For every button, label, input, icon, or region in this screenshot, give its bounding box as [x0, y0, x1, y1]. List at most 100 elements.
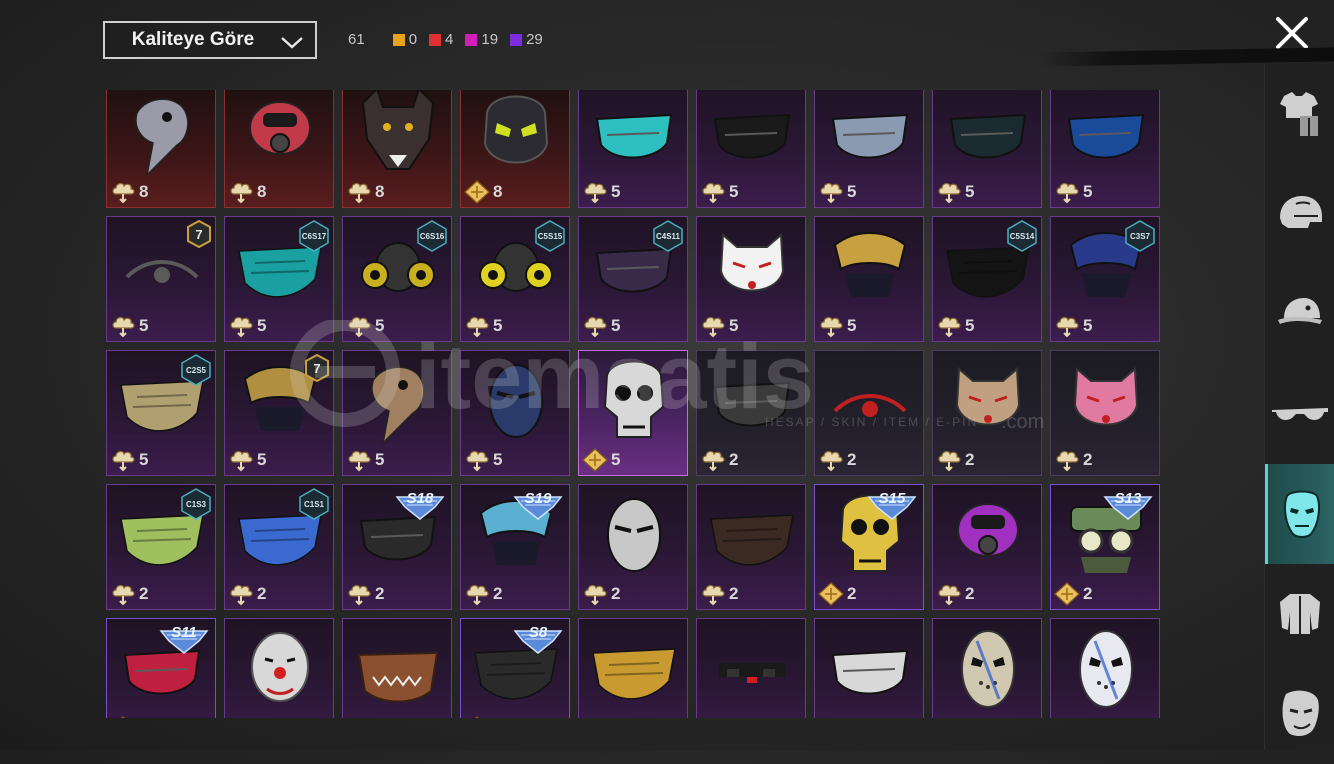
sidebar-item-glasses[interactable]: [1265, 364, 1334, 464]
close-icon[interactable]: [1273, 14, 1311, 52]
item-card[interactable]: 5: [814, 90, 924, 208]
item-count: 5: [611, 450, 621, 469]
item-card[interactable]: S8 2: [460, 618, 570, 718]
item-mask-image: [955, 366, 1021, 426]
item-count: 5: [611, 182, 621, 201]
item-count-row: 5: [582, 448, 620, 472]
item-mask-image: [719, 232, 785, 292]
cloud-currency-icon: [584, 182, 607, 204]
item-card[interactable]: S15 2: [814, 484, 924, 610]
item-card[interactable]: 5: [696, 216, 806, 342]
item-card[interactable]: 2: [578, 484, 688, 610]
sidebar-item-mask[interactable]: [1265, 464, 1334, 564]
season-badge: C6S17: [299, 220, 329, 252]
item-card[interactable]: 2: [696, 350, 806, 476]
cloud-currency-icon: [348, 584, 371, 606]
item-card[interactable]: 2: [932, 350, 1042, 476]
item-card[interactable]: 2: [814, 350, 924, 476]
sidebar-item-outfit[interactable]: [1265, 64, 1334, 164]
sidebar-item-jacket[interactable]: [1265, 564, 1334, 664]
item-card[interactable]: C3S7 5: [1050, 216, 1160, 342]
item-card[interactable]: 5: [932, 90, 1042, 208]
item-card[interactable]: 2: [1050, 618, 1160, 718]
item-mask-image: [949, 113, 1027, 159]
season-badge: S15: [867, 490, 917, 520]
season-badge: S18: [395, 490, 445, 520]
item-card[interactable]: 8: [460, 90, 570, 208]
item-card[interactable]: 2: [342, 618, 452, 718]
item-card[interactable]: 5: [460, 350, 570, 476]
item-count-row: 2: [346, 582, 384, 606]
item-card[interactable]: C5S15 5: [460, 216, 570, 342]
item-card[interactable]: C6S17 5: [224, 216, 334, 342]
sidebar-item-helmet[interactable]: [1265, 164, 1334, 264]
cloud-currency-icon: [938, 450, 961, 472]
item-mask-image: [249, 101, 311, 155]
item-card[interactable]: 5: [1050, 90, 1160, 208]
item-mask-image: [1073, 366, 1139, 426]
item-card[interactable]: C4S11 5: [578, 216, 688, 342]
item-card[interactable]: 8: [342, 90, 452, 208]
item-card[interactable]: 2: [696, 618, 806, 718]
item-card[interactable]: 2: [224, 618, 334, 718]
item-mask-image: [831, 649, 909, 695]
gem-currency-icon: [121, 716, 125, 718]
item-card[interactable]: C6S16 5: [342, 216, 452, 342]
cloud-currency-icon: [112, 584, 135, 606]
item-card[interactable]: C2S5 5: [106, 350, 216, 476]
season-badge: C4S11: [653, 220, 683, 252]
sort-dropdown[interactable]: Kaliteye Göre: [103, 21, 317, 59]
sidebar-item-cap[interactable]: [1265, 264, 1334, 364]
item-card[interactable]: S19 2: [460, 484, 570, 610]
item-card[interactable]: C1S1 2: [224, 484, 334, 610]
season-badge: C5S14: [1007, 220, 1037, 252]
item-card[interactable]: 2: [696, 484, 806, 610]
item-card[interactable]: S18 2: [342, 484, 452, 610]
chevron-down-icon: [281, 37, 303, 49]
item-card[interactable]: 2: [578, 618, 688, 718]
item-card[interactable]: 5: [696, 90, 806, 208]
item-count-row: 8: [346, 180, 384, 204]
item-count: 2: [1083, 584, 1093, 603]
item-card[interactable]: 2: [1050, 350, 1160, 476]
item-card[interactable]: 8: [106, 90, 216, 208]
item-card[interactable]: 2: [814, 618, 924, 718]
item-mask-image: [607, 498, 661, 572]
item-count: 5: [729, 316, 739, 335]
item-card[interactable]: 7 5: [106, 216, 216, 342]
item-count: 5: [729, 182, 739, 201]
item-card[interactable]: 5: [814, 216, 924, 342]
item-card[interactable]: 5: [578, 90, 688, 208]
category-sidebar: [1264, 64, 1334, 750]
item-card[interactable]: 7 5: [224, 350, 334, 476]
item-count-row: 5: [1054, 180, 1092, 204]
cloud-currency-icon: [584, 316, 607, 338]
cloud-currency-icon: [818, 716, 844, 718]
item-mask-image: [1067, 113, 1145, 159]
item-card[interactable]: C5S14 5: [932, 216, 1042, 342]
item-card[interactable]: S13 2: [1050, 484, 1160, 610]
item-count-row: 2: [1054, 716, 1092, 718]
item-card[interactable]: 5: [342, 350, 452, 476]
item-count: 5: [1083, 316, 1093, 335]
item-card[interactable]: C1S3 2: [106, 484, 216, 610]
season-badge: C1S1: [299, 488, 329, 520]
cloud-currency-icon: [702, 450, 725, 472]
face-icon: [1282, 690, 1319, 736]
item-card[interactable]: 5: [578, 350, 688, 476]
sidebar-item-face[interactable]: [1265, 664, 1334, 764]
item-card[interactable]: 8: [224, 90, 334, 208]
item-card[interactable]: 2: [932, 618, 1042, 718]
item-mask-image: [371, 366, 425, 446]
item-count: 5: [139, 450, 149, 469]
item-mask-image: [713, 113, 791, 159]
season-badge: C1S3: [181, 488, 211, 520]
cloud-currency-icon: [938, 182, 961, 204]
item-card[interactable]: 2: [932, 484, 1042, 610]
item-mask-image: [603, 360, 665, 438]
badge-label: C1S1: [304, 500, 325, 509]
item-count-row: 2: [228, 582, 266, 606]
item-card[interactable]: S11 2: [106, 618, 216, 718]
item-count-row: 2: [346, 716, 384, 718]
badge-label: S11: [171, 624, 197, 641]
